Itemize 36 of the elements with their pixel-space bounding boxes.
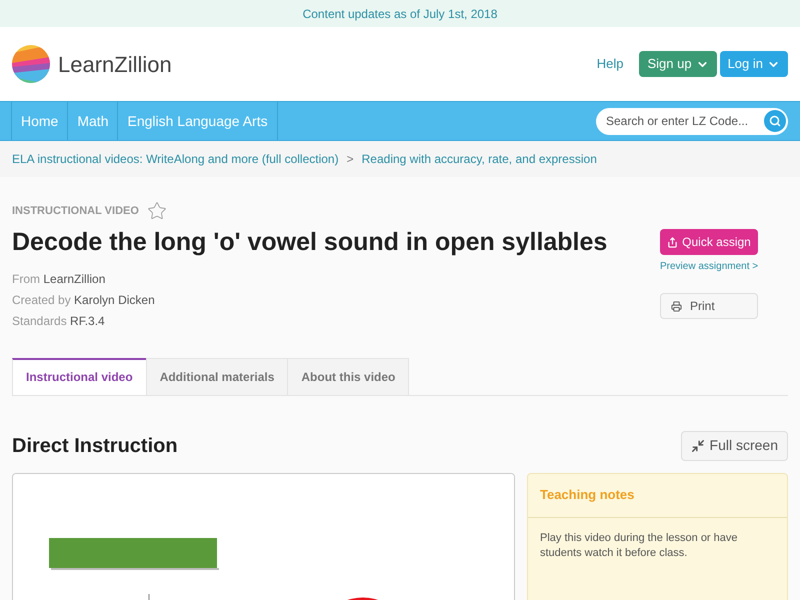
- log-in-button[interactable]: Log in: [720, 51, 788, 77]
- teaching-notes-text: Play this video during the lesson or have students watch it before class.: [539, 530, 739, 560]
- help-link[interactable]: Help: [596, 54, 624, 74]
- star-icon[interactable]: [146, 201, 167, 221]
- breadcrumb-separator: >: [346, 151, 354, 168]
- meta-label: From: [12, 272, 40, 286]
- meta-label: Created by: [12, 292, 71, 306]
- share-icon: [667, 236, 678, 248]
- meta-value[interactable]: RF.3.4: [70, 314, 105, 328]
- full-screen-button[interactable]: Full screen: [680, 430, 788, 460]
- preview-link[interactable]: Preview assignment >: [660, 259, 777, 274]
- tab[interactable]: Additional materials: [146, 358, 288, 394]
- quick-assign-button[interactable]: Quick assign: [660, 229, 758, 255]
- expand-icon: [690, 438, 705, 452]
- printer-icon: [671, 300, 682, 312]
- meta-value[interactable]: Karolyn Dicken: [74, 292, 155, 306]
- teaching-notes-title: Teaching notes: [540, 486, 634, 504]
- meta-value[interactable]: LearnZillion: [43, 272, 106, 286]
- search-field[interactable]: Search or enter LZ Code...: [596, 108, 788, 134]
- meta-label: Standards: [12, 314, 67, 328]
- announcement-banner-text: Content updates as of July 1st, 2018: [302, 6, 498, 22]
- sign-up-button[interactable]: Sign up: [639, 51, 717, 77]
- nav-item[interactable]: Math: [67, 102, 118, 140]
- content-type-label: INSTRUCTIONAL VIDEO: [12, 204, 139, 219]
- lesson-title: Decode the long 'o' vowel sound in open syllables: [12, 227, 608, 258]
- search-icon: [769, 115, 781, 127]
- breadcrumb-link[interactable]: ELA instructional videos: WriteAlong and more (full collection): [12, 150, 339, 168]
- print-button[interactable]: Print: [660, 293, 758, 319]
- tab[interactable]: About this video: [287, 358, 410, 394]
- logo-icon: [12, 45, 50, 83]
- logo-text[interactable]: LearnZillion: [58, 48, 172, 80]
- tab[interactable]: Instructional video: [12, 358, 147, 394]
- breadcrumb-link[interactable]: Reading with accuracy, rate, and expression: [362, 150, 597, 168]
- nav-item[interactable]: Home: [11, 102, 68, 140]
- section-title: Direct Instruction: [12, 434, 178, 458]
- nav-item[interactable]: English Language Arts: [117, 102, 278, 140]
